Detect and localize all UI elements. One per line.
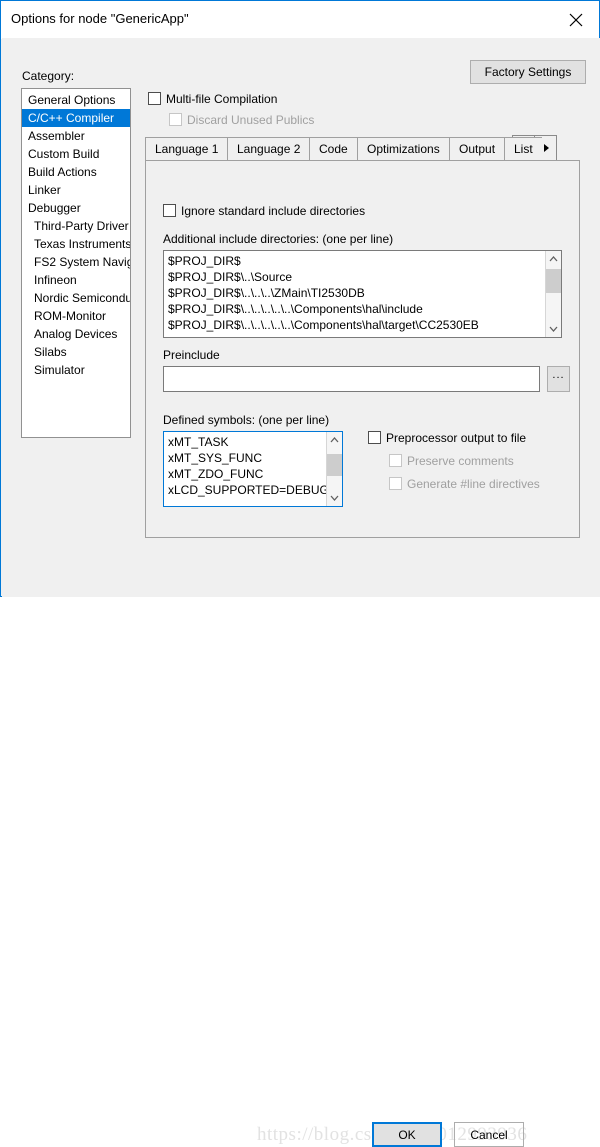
- factory-settings-button[interactable]: Factory Settings: [470, 60, 586, 84]
- dialog-body: Category: General Options C/C++ Compiler A…: [2, 38, 600, 559]
- title-bar: Options for node "GenericApp": [1, 1, 599, 39]
- defined-symbols-label: Defined symbols: (one per line): [163, 413, 330, 427]
- checkbox-label: Generate #line directives: [407, 477, 540, 491]
- checkbox-discard-unused-publics: Discard Unused Publics: [169, 113, 314, 127]
- checkbox-box: [368, 431, 381, 444]
- category-item-build-actions[interactable]: Build Actions: [22, 163, 130, 181]
- scrollbar-thumb[interactable]: [546, 269, 561, 293]
- include-directories-textarea[interactable]: $PROJ_DIR$ $PROJ_DIR$\..\Source $PROJ_DIR$…: [163, 250, 562, 338]
- scrollbar-thumb[interactable]: [327, 454, 342, 476]
- text-line: $PROJ_DIR$\..\..\..\..\..\Components\hal…: [168, 318, 479, 332]
- tab-code[interactable]: Code: [309, 137, 358, 161]
- checkbox-box: [163, 204, 176, 217]
- defined-symbols-textarea[interactable]: xMT_TASK xMT_SYS_FUNC xMT_ZDO_FUNC xLCD_SUP…: [163, 431, 343, 507]
- tab-optimizations[interactable]: Optimizations: [357, 137, 450, 161]
- checkbox-box: [389, 477, 402, 490]
- category-item-assembler[interactable]: Assembler: [22, 127, 130, 145]
- text-line: xMT_SYS_FUNC: [168, 451, 263, 465]
- text-line: xMT_TASK: [168, 435, 229, 449]
- scroll-up-arrow-icon[interactable]: [327, 432, 342, 448]
- category-item-general-options[interactable]: General Options: [22, 91, 130, 109]
- text-line: $PROJ_DIR$: [168, 254, 241, 268]
- category-item-debugger[interactable]: Debugger: [22, 199, 130, 217]
- scroll-down-arrow-icon[interactable]: [327, 490, 342, 506]
- defined-symbols-scrollbar[interactable]: [326, 432, 342, 506]
- tab-list[interactable]: List: [504, 137, 542, 161]
- include-directories-label: Additional include directories: (one per…: [163, 232, 394, 246]
- preinclude-input[interactable]: [163, 366, 540, 392]
- category-item-fs2-system-navigator[interactable]: FS2 System Navigator: [22, 253, 130, 271]
- checkbox-preprocessor-output-to-file[interactable]: Preprocessor output to file: [368, 431, 526, 445]
- category-list[interactable]: General Options C/C++ Compiler Assembler Cu…: [21, 88, 131, 438]
- category-item-nordic-semiconductor[interactable]: Nordic Semiconductor: [22, 289, 130, 307]
- tab-language-2[interactable]: Language 2: [227, 137, 311, 161]
- category-label: Category:: [22, 69, 75, 83]
- checkbox-multi-file-compilation[interactable]: Multi-file Compilation: [148, 92, 277, 106]
- category-item-simulator[interactable]: Simulator: [22, 361, 130, 379]
- category-item-silabs[interactable]: Silabs: [22, 343, 130, 361]
- scroll-down-arrow-icon[interactable]: [546, 321, 561, 337]
- text-line: $PROJ_DIR$\..\..\..\ZMain\TI2530DB: [168, 286, 365, 300]
- cancel-button[interactable]: Cancel: [454, 1122, 524, 1147]
- checkbox-label: Preprocessor output to file: [386, 431, 527, 445]
- include-scrollbar[interactable]: [545, 251, 561, 337]
- options-dialog: Options for node "GenericApp" Category: …: [0, 0, 600, 1147]
- text-line: xLCD_SUPPORTED=DEBUG: [168, 483, 331, 497]
- settings-panel: Factory Settings Multi-file Compilation …: [138, 60, 586, 540]
- checkbox-box: [169, 113, 182, 126]
- checkbox-ignore-standard-include[interactable]: Ignore standard include directories: [163, 204, 368, 218]
- ok-button[interactable]: OK: [372, 1122, 442, 1147]
- tab-page-preprocessor: Ignore standard include directories Addi…: [145, 160, 580, 538]
- checkbox-label: Preserve comments: [407, 454, 514, 468]
- preinclude-label: Preinclude: [163, 348, 220, 362]
- text-line: $PROJ_DIR$\..\Source: [168, 270, 293, 284]
- include-directories-lines: $PROJ_DIR$ $PROJ_DIR$\..\Source $PROJ_DIR$…: [168, 253, 543, 333]
- preinclude-browse-button[interactable]: ...: [547, 366, 570, 392]
- tab-strip: Language 1 Language 2 Code Optimizations Out…: [145, 135, 586, 161]
- category-item-analog-devices[interactable]: Analog Devices: [22, 325, 130, 343]
- checkbox-label: Ignore standard include directories: [181, 204, 366, 218]
- tab-language-1[interactable]: Language 1: [145, 137, 229, 161]
- text-line: $PROJ_DIR$\..\..\..\..\..\Components\hal…: [168, 302, 423, 316]
- category-item-third-party-driver[interactable]: Third-Party Driver: [22, 217, 130, 235]
- category-item-infineon[interactable]: Infineon: [22, 271, 130, 289]
- text-line: xMT_ZDO_FUNC: [168, 467, 264, 481]
- scroll-up-arrow-icon[interactable]: [546, 251, 561, 267]
- tab-output[interactable]: Output: [449, 137, 506, 161]
- checkbox-label: Multi-file Compilation: [166, 92, 278, 106]
- checkbox-preserve-comments: Preserve comments: [389, 454, 514, 468]
- defined-symbols-lines: xMT_TASK xMT_SYS_FUNC xMT_ZDO_FUNC xLCD_SUP…: [168, 434, 331, 498]
- category-item-c-c-compiler[interactable]: C/C++ Compiler: [22, 109, 130, 127]
- category-item-linker[interactable]: Linker: [22, 181, 130, 199]
- category-item-rom-monitor[interactable]: ROM-Monitor: [22, 307, 130, 325]
- window-title: Options for node "GenericApp": [11, 11, 189, 26]
- checkbox-box: [389, 454, 402, 467]
- checkbox-label: Discard Unused Publics: [187, 113, 315, 127]
- category-item-texas-instruments[interactable]: Texas Instruments: [22, 235, 130, 253]
- checkbox-generate-line-directives: Generate #line directives: [389, 477, 540, 491]
- checkbox-box: [148, 92, 161, 105]
- dialog-footer: https://blog.csdn.net/u012993936 OK Canc…: [2, 559, 600, 1147]
- category-item-custom-build[interactable]: Custom Build: [22, 145, 130, 163]
- close-button[interactable]: [554, 1, 599, 37]
